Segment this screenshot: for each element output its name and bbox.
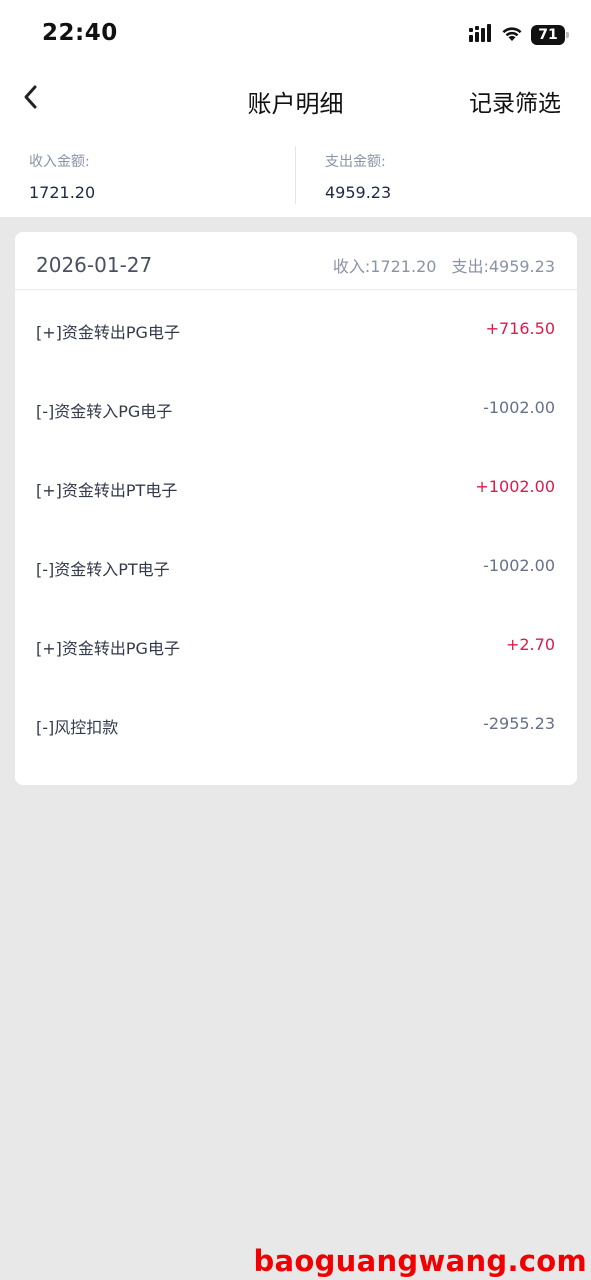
record-row[interactable]: [+]资金转出PG电子 +716.50 (15, 290, 577, 369)
battery-icon: 71 (531, 25, 569, 45)
record-label: [+]资金转出PT电子 (36, 481, 178, 500)
group-expense-total: 支出:4959.23 (451, 257, 555, 276)
record-amount: -1002.00 (483, 398, 555, 417)
record-amount: -1002.00 (483, 556, 555, 575)
watermark: baoguangwang.com (253, 1244, 587, 1278)
records-card: 2026-01-27 收入:1721.20 支出:4959.23 [+]资金转出… (15, 232, 577, 785)
record-row[interactable]: [-]风控扣款 -2955.23 (15, 685, 577, 764)
battery-level: 71 (538, 27, 558, 43)
nav-bar: 账户明细 记录筛选 (0, 70, 591, 130)
signal-icon (469, 24, 493, 46)
wifi-icon (501, 25, 523, 46)
status-icons: 71 (469, 24, 569, 46)
record-label: [-]风控扣款 (36, 718, 119, 737)
group-date: 2026-01-27 (36, 253, 153, 277)
record-label: [-]资金转入PG电子 (36, 402, 173, 421)
income-value: 1721.20 (29, 183, 96, 202)
record-label: [+]资金转出PG电子 (36, 323, 180, 342)
summary-panel: 收入金额: 1721.20 支出金额: 4959.23 (0, 140, 591, 210)
group-header: 2026-01-27 收入:1721.20 支出:4959.23 (15, 232, 577, 290)
record-amount: +716.50 (485, 319, 555, 338)
record-row[interactable]: [+]资金转出PT电子 +1002.00 (15, 448, 577, 527)
summary-divider (295, 146, 296, 204)
record-label: [+]资金转出PG电子 (36, 639, 180, 658)
header-area: 22:40 71 账户明细 记录筛选 收入金额: 1721.20 支出金额: 4… (0, 0, 591, 217)
filter-records-button[interactable]: 记录筛选 (469, 84, 561, 118)
record-row[interactable]: [-]资金转入PG电子 -1002.00 (15, 369, 577, 448)
chevron-left-icon (22, 84, 40, 114)
records-list: [+]资金转出PG电子 +716.50 [-]资金转入PG电子 -1002.00… (15, 290, 577, 764)
record-amount: -2955.23 (483, 714, 555, 733)
record-amount: +2.70 (505, 635, 555, 654)
expense-value: 4959.23 (325, 183, 392, 202)
record-amount: +1002.00 (475, 477, 555, 496)
status-bar: 22:40 71 (0, 0, 591, 70)
income-label: 收入金额: (29, 154, 90, 170)
status-time: 22:40 (42, 20, 118, 46)
expense-summary: 支出金额: 4959.23 (325, 140, 391, 202)
record-row[interactable]: [-]资金转入PT电子 -1002.00 (15, 527, 577, 606)
record-label: [-]资金转入PT电子 (36, 560, 170, 579)
group-income-total: 收入:1721.20 (332, 257, 437, 276)
income-summary: 收入金额: 1721.20 (29, 140, 95, 202)
back-button[interactable] (14, 82, 48, 116)
expense-label: 支出金额: (325, 154, 386, 170)
record-row[interactable]: [+]资金转出PG电子 +2.70 (15, 606, 577, 685)
group-totals: 收入:1721.20 支出:4959.23 (333, 253, 555, 277)
